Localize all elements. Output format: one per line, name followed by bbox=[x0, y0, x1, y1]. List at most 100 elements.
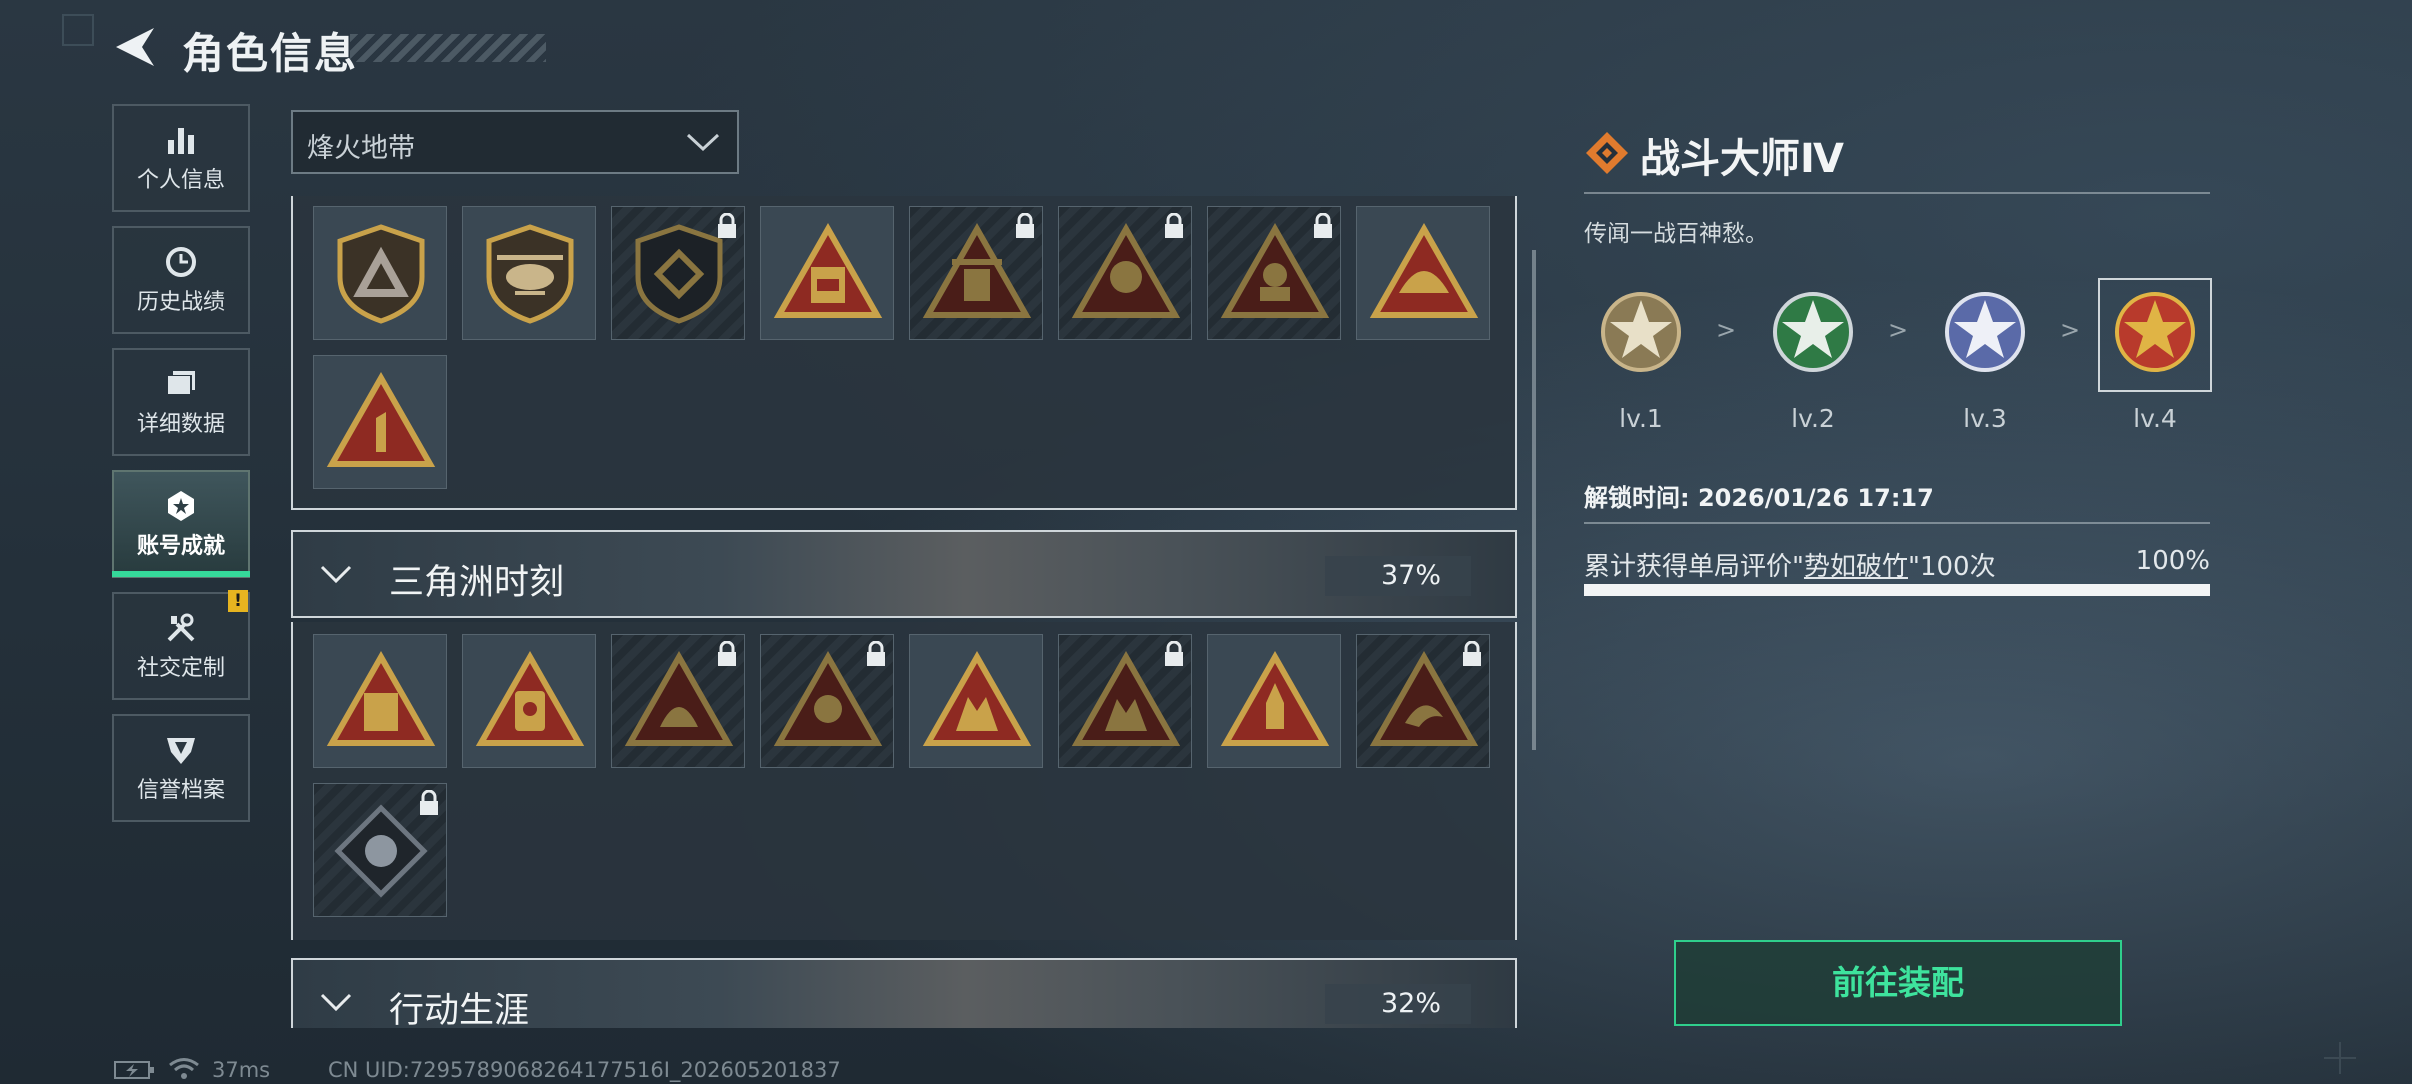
category-name: 三角洲时刻 bbox=[389, 563, 565, 603]
level-label: lv.1 bbox=[1619, 404, 1663, 433]
level-arrow: > bbox=[1888, 316, 1909, 344]
category-percent: 32% bbox=[1380, 988, 1441, 1019]
shield-badge-icon bbox=[337, 224, 425, 324]
chevron-down-icon bbox=[320, 565, 352, 584]
triangle-badge-icon bbox=[326, 650, 436, 746]
sidebar-item-label: 详细数据 bbox=[136, 412, 225, 437]
lock-icon bbox=[420, 790, 438, 815]
achievement-badge-tile[interactable] bbox=[909, 634, 1043, 768]
lock-icon bbox=[867, 641, 885, 666]
lock-icon bbox=[718, 641, 736, 666]
page-title: 角色信息 bbox=[182, 29, 359, 78]
go-equip-button[interactable]: 前往装配 bbox=[1674, 940, 2122, 1026]
level-3-badge-icon bbox=[1945, 292, 2025, 372]
sidebar-item-label: 社交定制 bbox=[136, 656, 225, 681]
achievement-badge-tile-locked[interactable] bbox=[909, 206, 1043, 340]
achievement-badge-tile[interactable] bbox=[462, 206, 596, 340]
rocket-badge-icon bbox=[1220, 650, 1330, 746]
wifi-icon bbox=[169, 1058, 199, 1079]
crosshair-icon bbox=[2324, 1042, 2356, 1074]
equip-button-label: 前往装配 bbox=[1832, 963, 1964, 1002]
requirement-progress-bar bbox=[1584, 584, 2210, 596]
sidebar-item-history[interactable]: 历史战绩 bbox=[112, 226, 250, 334]
dropdown-selected-value: 烽火地带 bbox=[307, 133, 415, 164]
title-decoration bbox=[350, 34, 546, 62]
achievement-badge-tile-locked[interactable] bbox=[611, 206, 745, 340]
back-arrow-icon[interactable] bbox=[112, 24, 158, 70]
network-ping: 37ms bbox=[212, 1058, 271, 1082]
category-header-action-career[interactable]: 行动生涯 32% bbox=[291, 958, 1517, 1028]
lock-icon bbox=[1016, 213, 1034, 238]
requirement-keyword: 势如破竹 bbox=[1803, 552, 1908, 582]
achievement-description: 传闻一战百神愁。 bbox=[1584, 221, 1768, 247]
sidebar-item-personal-info[interactable]: 个人信息 bbox=[112, 104, 250, 212]
achievement-badge-tile[interactable] bbox=[1356, 206, 1490, 340]
category-progress-box: 32% bbox=[1325, 984, 1471, 1024]
sidebar-item-account-achievements[interactable]: 账号成就 bbox=[112, 470, 250, 578]
sidebar-item-label: 历史战绩 bbox=[136, 290, 225, 315]
divider bbox=[1584, 192, 2210, 194]
achievement-badge-tile[interactable] bbox=[313, 634, 447, 768]
sidebar-item-label: 账号成就 bbox=[136, 534, 225, 559]
scrollbar[interactable] bbox=[1532, 250, 1536, 750]
battery-charging-icon bbox=[114, 1061, 154, 1079]
lock-icon bbox=[1165, 641, 1183, 666]
achievement-badge-tile-locked[interactable] bbox=[1207, 206, 1341, 340]
achievement-grid-delta-moments bbox=[291, 622, 1517, 940]
category-name: 行动生涯 bbox=[389, 991, 530, 1028]
sidebar-item-label: 个人信息 bbox=[136, 168, 225, 193]
achievement-badge-tile-locked[interactable] bbox=[611, 634, 745, 768]
selected-level-frame bbox=[2098, 278, 2212, 392]
lock-icon bbox=[1314, 213, 1332, 238]
level-label: lv.3 bbox=[1963, 404, 2007, 433]
achievement-grid-firezone bbox=[291, 196, 1517, 510]
sidebar-item-detailed-data[interactable]: 详细数据 bbox=[112, 348, 250, 456]
tools-icon bbox=[167, 613, 195, 642]
unlock-time: 解锁时间: 2026/01/26 17:17 bbox=[1584, 484, 1934, 512]
triangle-badge-icon bbox=[1369, 222, 1479, 318]
category-percent: 37% bbox=[1380, 560, 1441, 591]
achievement-badge-tile[interactable] bbox=[462, 634, 596, 768]
bar-chart-icon bbox=[168, 128, 194, 154]
achievement-badge-tile[interactable] bbox=[760, 206, 894, 340]
achievement-badge-tile-locked[interactable] bbox=[760, 634, 894, 768]
level-label: lv.4 bbox=[2133, 404, 2177, 433]
lock-icon bbox=[718, 213, 736, 238]
category-header-delta-moments[interactable]: 三角洲时刻 37% bbox=[291, 530, 1517, 618]
achievement-badge-tile[interactable] bbox=[1207, 634, 1341, 768]
triangle-badge-icon bbox=[922, 650, 1032, 746]
achievement-diamond-icon bbox=[1586, 132, 1628, 174]
lock-icon bbox=[1165, 213, 1183, 238]
achievement-badge-tile-locked[interactable] bbox=[1356, 634, 1490, 768]
progress-fill bbox=[1584, 584, 2210, 596]
achievement-badge-tile-locked[interactable] bbox=[1058, 634, 1192, 768]
shield-wing-icon bbox=[167, 738, 195, 764]
mode-filter-dropdown[interactable]: 烽火地带 bbox=[291, 110, 739, 174]
level-label: lv.2 bbox=[1791, 404, 1835, 433]
triangle-badge-icon bbox=[475, 650, 585, 746]
chevron-down-icon bbox=[686, 133, 720, 152]
sidebar-item-label: 信誉档案 bbox=[136, 778, 225, 803]
achievement-badge-tile-locked[interactable] bbox=[1058, 206, 1192, 340]
category-progress-box: 37% bbox=[1325, 556, 1471, 596]
player-uid: CN UID:7295789068264177516I_202605201837 bbox=[328, 1058, 841, 1082]
corner-frame-mark bbox=[62, 14, 94, 46]
level-arrow: > bbox=[1716, 316, 1737, 344]
achievement-title: 战斗大师Ⅳ bbox=[1640, 136, 1844, 182]
level-1-badge-icon bbox=[1601, 292, 1681, 372]
active-indicator bbox=[112, 571, 250, 577]
achievement-badge-tile[interactable] bbox=[313, 355, 447, 489]
achievement-badge-tile-locked[interactable] bbox=[313, 783, 447, 917]
level-2-badge-icon bbox=[1773, 292, 1853, 372]
history-clock-icon bbox=[166, 247, 196, 277]
cards-icon bbox=[168, 371, 195, 394]
chevron-down-icon bbox=[320, 993, 352, 1012]
lock-icon bbox=[1463, 641, 1481, 666]
achievement-badge-tile[interactable] bbox=[313, 206, 447, 340]
number-one-badge-icon bbox=[326, 371, 436, 467]
notification-badge: ! bbox=[228, 590, 248, 612]
requirement-percent: 100% bbox=[2135, 546, 2210, 576]
requirement-text: 累计获得单局评价"势如破竹"100次 bbox=[1584, 552, 1996, 582]
sidebar-item-reputation[interactable]: 信誉档案 bbox=[112, 714, 250, 822]
triangle-badge-icon bbox=[773, 222, 883, 318]
